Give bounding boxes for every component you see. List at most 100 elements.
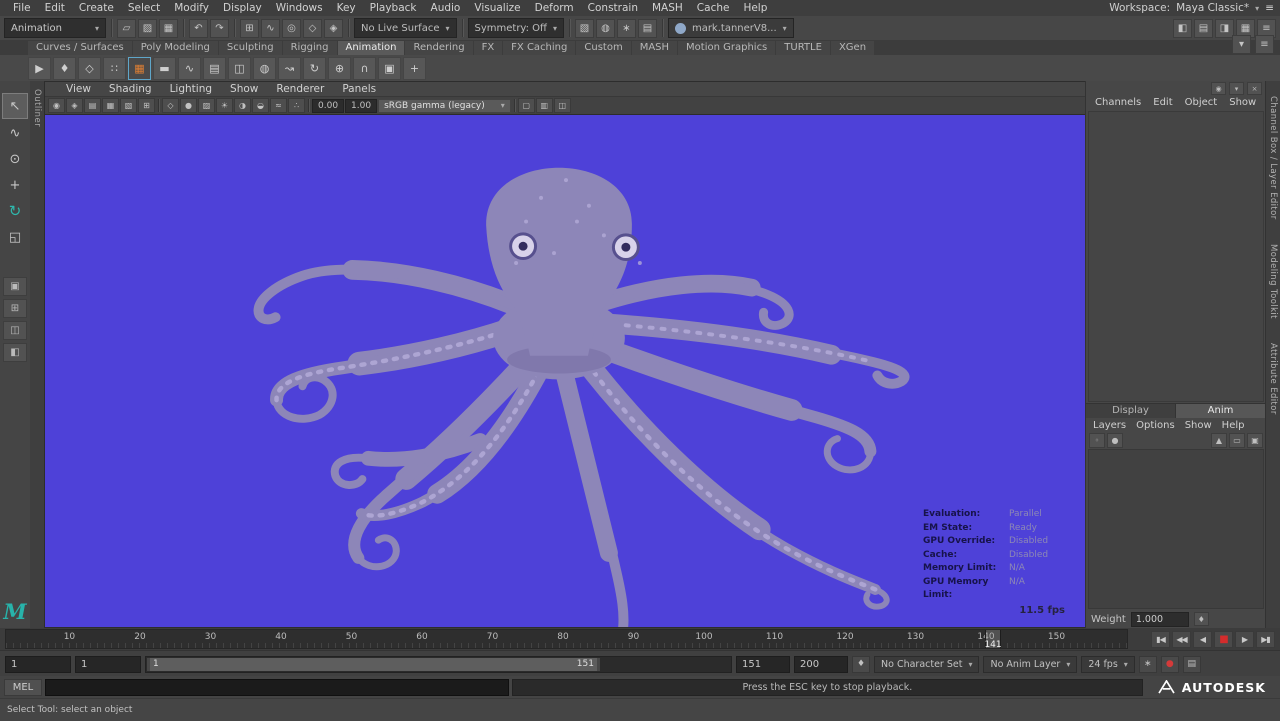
shelf-motion-trail-icon[interactable]: ↝ — [278, 57, 301, 80]
shelf-tab-fx-caching[interactable]: FX Caching — [503, 41, 575, 55]
viewport-menu-shading[interactable]: Shading — [100, 83, 161, 95]
shelf-turntable-icon[interactable]: ↻ — [303, 57, 326, 80]
snap-plane-icon[interactable]: ◇ — [303, 19, 322, 38]
shelf-ik-handle-icon[interactable]: ∩ — [353, 57, 376, 80]
create-empty-layer-icon[interactable]: ▭ — [1229, 433, 1245, 448]
command-input[interactable] — [45, 679, 509, 696]
smooth-shade-icon[interactable]: ● — [180, 98, 197, 113]
menu-cache[interactable]: Cache — [690, 2, 737, 14]
shelf-tab-mash[interactable]: MASH — [632, 41, 677, 55]
outliner-collapsed-strip[interactable]: Outliner — [30, 81, 45, 628]
menu-select[interactable]: Select — [121, 2, 167, 14]
step-back-key-button[interactable]: ◀◀ — [1172, 631, 1191, 648]
channel-box-list[interactable] — [1088, 111, 1264, 402]
pin-panel-icon[interactable]: ◉ — [1211, 82, 1226, 95]
close-panel-icon[interactable]: × — [1247, 82, 1262, 95]
paint-select-tool[interactable]: ⊙ — [3, 147, 27, 171]
lasso-tool[interactable]: ∿ — [3, 121, 27, 145]
rotate-tool[interactable]: ↻ — [3, 199, 27, 223]
menu-playback[interactable]: Playback — [363, 2, 424, 14]
layer-tab-display[interactable]: Display — [1086, 404, 1176, 418]
isolate-select-icon[interactable]: ▢ — [518, 98, 535, 113]
viewport-menu-view[interactable]: View — [57, 83, 100, 95]
shelf-mash-icon[interactable]: + — [403, 57, 426, 80]
select-tool[interactable]: ↖ — [2, 93, 28, 119]
shadows-icon[interactable]: ◑ — [234, 98, 251, 113]
shelf-dope-sheet-icon[interactable]: ▤ — [203, 57, 226, 80]
fps-dropdown[interactable]: 24 fps▾ — [1081, 656, 1134, 673]
stop-button[interactable]: ■ — [1214, 631, 1233, 648]
shelf-tab-rendering[interactable]: Rendering — [405, 41, 472, 55]
mel-toggle-button[interactable]: MEL — [4, 679, 42, 696]
zero-key-layer-icon[interactable]: ◦ — [1089, 433, 1105, 448]
toggle-outliner-panel-icon[interactable]: ◧ — [1173, 19, 1192, 38]
view-transform-dropdown[interactable]: sRGB gamma (legacy)▾ — [378, 99, 511, 113]
shelf-menu-icon[interactable]: ≡ — [1255, 35, 1274, 54]
step-forward-frame-button[interactable]: ▶ — [1235, 631, 1254, 648]
menu-constrain[interactable]: Constrain — [581, 2, 645, 14]
redo-icon[interactable]: ↷ — [210, 19, 229, 38]
account-menu[interactable]: mark.tannerV8...▾ — [668, 18, 794, 38]
create-layer-from-selected-icon[interactable]: ▣ — [1247, 433, 1263, 448]
new-scene-icon[interactable]: ▱ — [117, 19, 136, 38]
shelf-set-key-icon[interactable]: ♦ — [53, 57, 76, 80]
animation-preferences-icon[interactable]: ▤ — [1183, 656, 1201, 673]
sidebar-tab-attribute-editor[interactable]: Attribute Editor — [1268, 334, 1278, 424]
menu-deform[interactable]: Deform — [528, 2, 581, 14]
viewport-menu-renderer[interactable]: Renderer — [267, 83, 333, 95]
shelf-bake-anim-icon[interactable]: ▣ — [378, 57, 401, 80]
shelf-constraint-icon[interactable]: ⊕ — [328, 57, 351, 80]
persp-outliner-layout-button[interactable]: ◫ — [3, 321, 27, 340]
viewport-menu-panels[interactable]: Panels — [333, 83, 385, 95]
shelf-tab-curves-surfaces[interactable]: Curves / Surfaces — [28, 41, 132, 55]
menu-windows[interactable]: Windows — [269, 2, 330, 14]
character-set-dropdown[interactable]: No Character Set▾ — [874, 656, 979, 673]
menu-file[interactable]: File — [6, 2, 38, 14]
textured-icon[interactable]: ▨ — [198, 98, 215, 113]
toggle-tool-settings-icon[interactable]: ▤ — [1194, 19, 1213, 38]
shelf-create-clip-icon[interactable]: ▬ — [153, 57, 176, 80]
menu-mash[interactable]: MASH — [645, 2, 690, 14]
four-pane-layout-button[interactable]: ⊞ — [3, 299, 27, 318]
make-live-icon[interactable]: ◈ — [324, 19, 343, 38]
shelf-tab-custom[interactable]: Custom — [576, 41, 630, 55]
snap-grid-icon[interactable]: ⊞ — [240, 19, 259, 38]
menu-display[interactable]: Display — [216, 2, 269, 14]
layer-weight-icon[interactable]: ● — [1107, 433, 1123, 448]
channel-box-menu-show[interactable]: Show — [1223, 97, 1262, 108]
render-settings-icon[interactable]: ∗ — [617, 19, 636, 38]
menu-edit[interactable]: Edit — [38, 2, 72, 14]
animation-end-field[interactable]: 200 — [794, 656, 848, 673]
shelf-tab-motion-graphics[interactable]: Motion Graphics — [678, 41, 775, 55]
range-slider[interactable]: 1 151 — [145, 656, 732, 673]
move-tool[interactable]: + — [3, 173, 27, 197]
menu-help[interactable]: Help — [736, 2, 774, 14]
no-live-surface-field[interactable]: No Live Surface▾ — [354, 18, 457, 38]
step-back-frame-button[interactable]: ◀ — [1193, 631, 1212, 648]
shelf-tab-turtle[interactable]: TURTLE — [776, 41, 830, 55]
menu-key[interactable]: Key — [330, 2, 363, 14]
display-layer-icon[interactable]: ▤ — [638, 19, 657, 38]
menu-set-dropdown[interactable]: Animation ▾ — [4, 18, 106, 38]
side-by-side-layout-button[interactable]: ◧ — [3, 343, 27, 362]
sidebar-tab-channel-box-layer-editor[interactable]: Channel Box / Layer Editor — [1268, 87, 1278, 229]
shelf-set-breakdown-icon[interactable]: ◇ — [78, 57, 101, 80]
time-slider-track[interactable]: 102030405060708090100110120130140150141 — [5, 629, 1128, 649]
save-scene-icon[interactable]: ▦ — [159, 19, 178, 38]
anti-alias-icon[interactable]: ∴ — [288, 98, 305, 113]
shelf-playblast-icon[interactable]: ▶ — [28, 57, 51, 80]
shelf-ghosting-icon[interactable]: ◍ — [253, 57, 276, 80]
shelf-tab-poly-modeling[interactable]: Poly Modeling — [133, 41, 218, 55]
snap-curve-icon[interactable]: ∿ — [261, 19, 280, 38]
menu-visualize[interactable]: Visualize — [467, 2, 527, 14]
symmetry-field[interactable]: Symmetry: Off▾ — [468, 18, 564, 38]
layer-tab-anim[interactable]: Anim — [1176, 404, 1266, 418]
snap-point-icon[interactable]: ◎ — [282, 19, 301, 38]
viewport-canvas[interactable]: Evaluation:ParallelEM State:ReadyGPU Ove… — [45, 115, 1085, 627]
layer-menu-layers[interactable]: Layers — [1088, 420, 1131, 431]
wireframe-on-shaded-icon[interactable]: ◫ — [554, 98, 571, 113]
select-camera-icon[interactable]: ◉ — [48, 98, 65, 113]
wireframe-icon[interactable]: ◇ — [162, 98, 179, 113]
bookmarks-icon[interactable]: ▦ — [102, 98, 119, 113]
shelf-tab-rigging[interactable]: Rigging — [283, 41, 337, 55]
